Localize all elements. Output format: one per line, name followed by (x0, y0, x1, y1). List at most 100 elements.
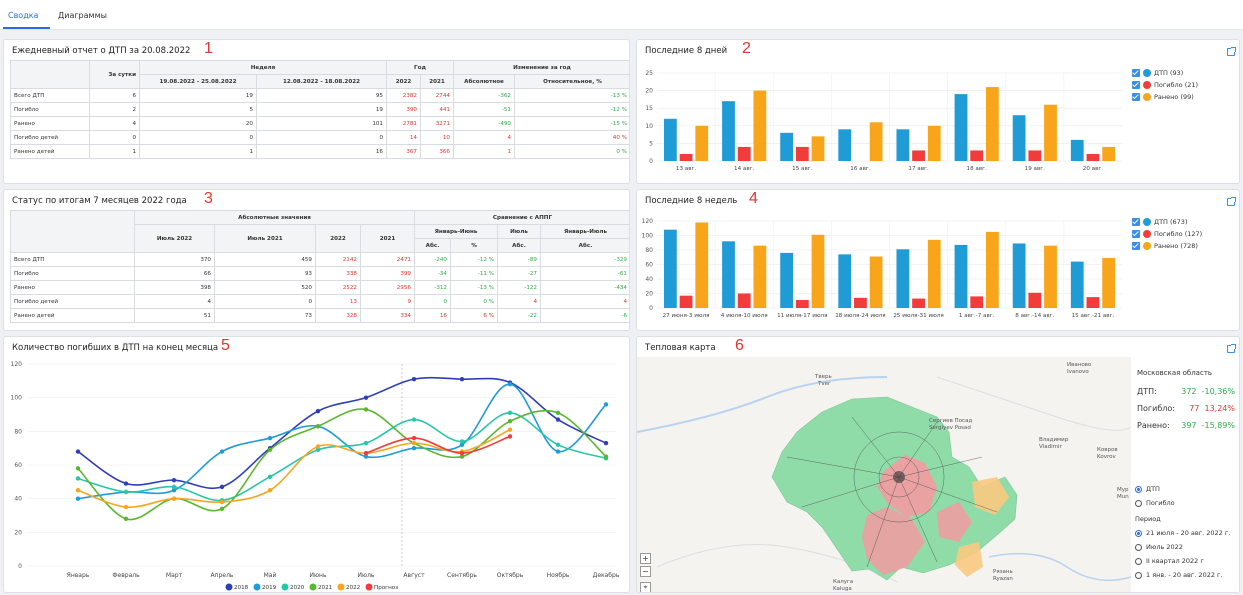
city-label: Ryazan (993, 576, 1013, 582)
zoom-out-button[interactable]: − (640, 566, 651, 577)
radio-checked-icon[interactable] (1135, 485, 1142, 493)
table-cell: Погибло детей (10, 130, 90, 145)
data-point-2019 (219, 449, 225, 454)
data-point-2019 (267, 435, 273, 441)
stat-value: 77 (1189, 404, 1200, 413)
radio-label: ДТП (1146, 485, 1160, 493)
table-cell: -22 (497, 308, 541, 323)
data-point-Прогноз (459, 451, 465, 456)
radio-checked-icon[interactable] (1135, 529, 1142, 537)
table-cell: 370 (134, 252, 215, 267)
weeks-bar-chart: 0 20 40 60 80 100 120 27 июня-3 июля 4 июля-10 и… (642, 218, 1122, 319)
bar-Погибло (912, 150, 925, 161)
stat-row: Ранено: 397 -15,89% (1137, 417, 1235, 434)
legend-dot-icon (1143, 230, 1151, 238)
mode-radio-killed[interactable]: Погибло (1135, 496, 1237, 510)
stat-pct: 13,24% (1204, 404, 1235, 413)
data-point-2018 (171, 477, 177, 483)
bar-ДТП (1070, 261, 1084, 308)
radio-icon[interactable] (1135, 571, 1142, 579)
legend-dot-icon (1143, 242, 1151, 250)
legend-item-injured[interactable]: Ранено (728) (1132, 240, 1202, 252)
bar-ДТП (1012, 115, 1026, 161)
legend-item-dtp[interactable]: ДТП (93) (1132, 67, 1198, 79)
radio-label: Погибло (1146, 499, 1175, 507)
table-cell: 14 (386, 130, 421, 145)
checkbox-icon[interactable] (1132, 218, 1140, 226)
bar-ДТП (780, 252, 794, 308)
data-point-2019 (75, 496, 81, 501)
x-tick-label: Декабрь (593, 572, 620, 579)
data-point-2018 (411, 376, 417, 382)
col-day: За сутки (89, 60, 140, 89)
zoom-in-button[interactable]: + (640, 553, 651, 564)
data-point-2019 (507, 382, 513, 387)
x-tick-label: Сентябрь (447, 572, 477, 579)
checkbox-icon[interactable] (1132, 93, 1140, 101)
legend-dot-icon (309, 583, 317, 591)
data-point-2022 (75, 488, 81, 493)
y-tick-label: 20 (645, 88, 653, 95)
table-cell: 1 (453, 144, 515, 159)
table-cell: 95 (256, 88, 387, 103)
table-cell: 73 (214, 308, 316, 323)
y-tick-label: 25 (645, 70, 653, 77)
city-label: Владимир (1039, 437, 1069, 443)
tab-summary[interactable]: Сводка (8, 11, 38, 20)
table-cell: 520 (214, 280, 316, 295)
period-radio-2[interactable]: Июль 2022 (1135, 540, 1237, 554)
legend-item-killed[interactable]: Погибло (21) (1132, 79, 1198, 91)
locate-icon[interactable]: ⌖ (640, 582, 651, 592)
stat-pct: -15,89% (1201, 421, 1235, 430)
tab-charts[interactable]: Диаграммы (58, 11, 107, 20)
legend-dot-icon (1143, 81, 1151, 89)
table-cell: 0 (89, 130, 140, 145)
corner-cell (10, 60, 90, 89)
checkbox-icon[interactable] (1132, 230, 1140, 238)
legend-item-killed[interactable]: Погибло (127) (1132, 228, 1202, 240)
data-point-2021 (555, 410, 561, 416)
period-radio-3[interactable]: II квартал 2022 г (1135, 554, 1237, 568)
legend-label: 2018 (234, 585, 249, 591)
y-tick-label: 0 (18, 563, 22, 570)
table-cell: Погибло детей (10, 294, 135, 309)
table-cell: 328 (315, 308, 361, 323)
period-radio-4[interactable]: 1 янв. - 20 авг. 2022 г. (1135, 568, 1237, 582)
radio-icon[interactable] (1135, 499, 1142, 507)
table-cell: 40 % (514, 130, 629, 145)
bar-Ранено (869, 256, 883, 308)
table-cell: 441 (420, 102, 454, 117)
data-point-2021 (219, 506, 225, 511)
checkbox-icon[interactable] (1132, 69, 1140, 77)
x-tick-label: Февраль (112, 572, 140, 579)
legend-item-dtp[interactable]: ДТП (673) (1132, 216, 1202, 228)
mode-radio-dtp[interactable]: ДТП (1135, 482, 1237, 496)
stat-value: 372 (1181, 387, 1197, 396)
checkbox-icon[interactable] (1132, 242, 1140, 250)
bar-ДТП (954, 244, 968, 308)
series-line-2022 (77, 428, 511, 508)
bar-Погибло (1086, 153, 1100, 161)
period-radio-1[interactable]: 21 июля - 20 авг. 2022 г. (1135, 526, 1237, 540)
radio-icon[interactable] (1135, 557, 1142, 565)
table-row: Ранено 4 20 101 2781 3271 -490 -15 % (10, 116, 629, 131)
stat-label: Ранено: (1137, 421, 1170, 430)
daily-report-panel: Ежедневный отчет о ДТП за 20.08.2022 1 З… (3, 39, 630, 184)
radio-icon[interactable] (1135, 543, 1142, 551)
table-cell: -51 (453, 102, 515, 117)
checkbox-icon[interactable] (1132, 81, 1140, 89)
city-label: Kaluga (833, 586, 852, 592)
table-cell: -312 (414, 280, 451, 295)
city-label: Мур (1117, 487, 1129, 493)
table-cell: 0 (256, 130, 387, 145)
table-cell: 16 (414, 308, 451, 323)
col-year: Год (386, 60, 454, 75)
city-label: Ковров (1097, 447, 1118, 453)
col-week1: 19.08.2022 - 25.08.2022 (139, 74, 257, 89)
bar-ДТП (954, 94, 968, 161)
legend-item-injured[interactable]: Ранено (99) (1132, 91, 1198, 103)
table-cell: 6 (89, 88, 140, 103)
table-cell: -122 (497, 280, 541, 295)
table-cell: Ранено (10, 280, 135, 295)
stat-label: Погибло: (1137, 404, 1175, 413)
